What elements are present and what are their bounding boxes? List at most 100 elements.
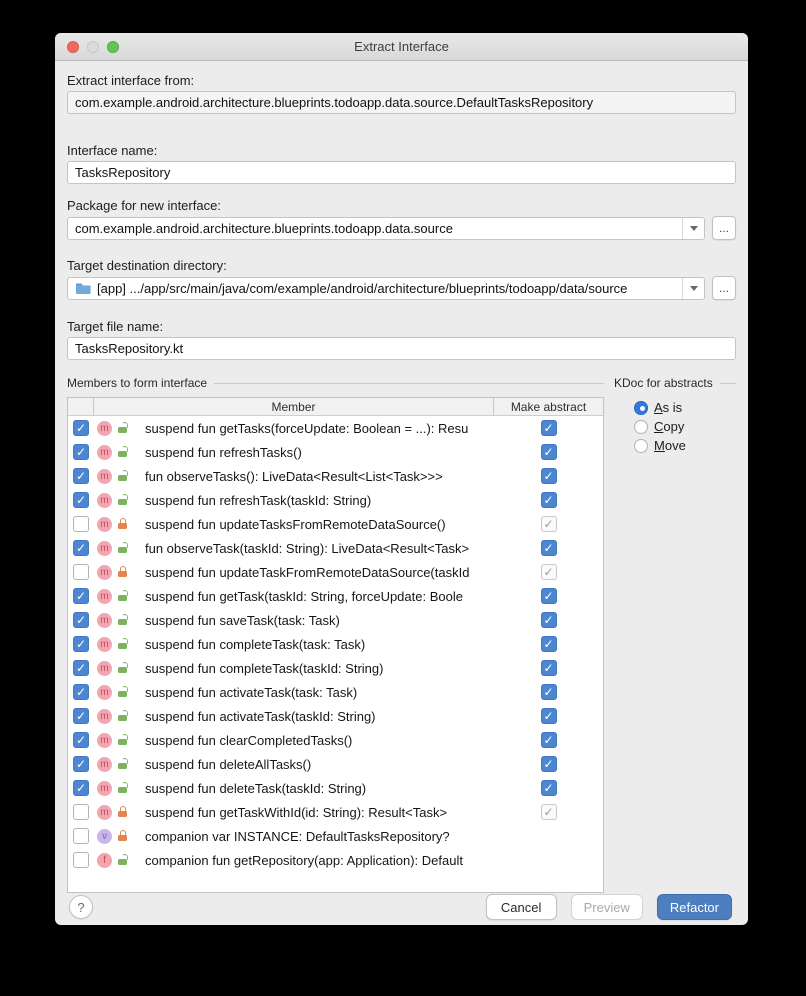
package-browse-button[interactable]: ... bbox=[712, 216, 736, 240]
lock-icon bbox=[118, 830, 128, 842]
header-member-column[interactable]: Member bbox=[94, 398, 494, 415]
make-abstract-checkbox[interactable] bbox=[541, 492, 557, 508]
table-row[interactable]: m suspend fun updateTasksFromRemoteDataS… bbox=[68, 512, 603, 536]
make-abstract-checkbox[interactable] bbox=[541, 540, 557, 556]
unlock-icon bbox=[118, 470, 128, 482]
member-signature: suspend fun getTasks(forceUpdate: Boolea… bbox=[145, 421, 494, 436]
radio-icon[interactable] bbox=[634, 420, 648, 434]
row-select-checkbox[interactable] bbox=[73, 852, 89, 868]
make-abstract-checkbox[interactable] bbox=[541, 756, 557, 772]
table-row[interactable]: m suspend fun completeTask(taskId: Strin… bbox=[68, 656, 603, 680]
make-abstract-checkbox[interactable] bbox=[541, 468, 557, 484]
make-abstract-checkbox[interactable] bbox=[541, 804, 557, 820]
make-abstract-checkbox[interactable] bbox=[541, 684, 557, 700]
row-select-checkbox[interactable] bbox=[73, 804, 89, 820]
row-select-checkbox[interactable] bbox=[73, 660, 89, 676]
radio-icon[interactable] bbox=[634, 439, 648, 453]
unlock-icon bbox=[118, 542, 128, 554]
interface-name-input[interactable]: TasksRepository bbox=[67, 161, 736, 184]
table-row[interactable]: m suspend fun completeTask(task: Task) bbox=[68, 632, 603, 656]
row-select-checkbox[interactable] bbox=[73, 492, 89, 508]
lock-icon bbox=[118, 806, 128, 818]
table-row[interactable]: m suspend fun getTask(taskId: String, fo… bbox=[68, 584, 603, 608]
make-abstract-checkbox[interactable] bbox=[541, 612, 557, 628]
mnemonic: C bbox=[654, 419, 663, 434]
row-select-checkbox[interactable] bbox=[73, 756, 89, 772]
row-select-checkbox[interactable] bbox=[73, 420, 89, 436]
row-select-checkbox[interactable] bbox=[73, 588, 89, 604]
member-kind-icon: m bbox=[97, 685, 112, 700]
unlock-icon bbox=[118, 710, 128, 722]
header-make-abstract-column[interactable]: Make abstract bbox=[494, 400, 603, 414]
zoom-button[interactable] bbox=[107, 41, 119, 53]
table-row[interactable]: m suspend fun clearCompletedTasks() bbox=[68, 728, 603, 752]
package-dropdown-button[interactable] bbox=[682, 218, 704, 239]
unlock-icon bbox=[118, 782, 128, 794]
table-row[interactable]: m suspend fun saveTask(task: Task) bbox=[68, 608, 603, 632]
make-abstract-checkbox[interactable] bbox=[541, 588, 557, 604]
make-abstract-checkbox[interactable] bbox=[541, 732, 557, 748]
row-select-checkbox[interactable] bbox=[73, 516, 89, 532]
footer: ? Cancel Preview Refactor bbox=[55, 893, 748, 925]
table-row[interactable]: f companion fun getRepository(app: Appli… bbox=[68, 848, 603, 872]
row-select-checkbox[interactable] bbox=[73, 612, 89, 628]
kdoc-radio-option[interactable]: As is bbox=[634, 398, 736, 417]
row-select-checkbox[interactable] bbox=[73, 684, 89, 700]
table-row[interactable]: m fun observeTask(taskId: String): LiveD… bbox=[68, 536, 603, 560]
preview-button[interactable]: Preview bbox=[571, 894, 643, 920]
help-button[interactable]: ? bbox=[69, 895, 93, 919]
file-name-input[interactable]: TasksRepository.kt bbox=[67, 337, 736, 360]
member-signature: suspend fun deleteTask(taskId: String) bbox=[145, 781, 494, 796]
header-checkbox-column[interactable] bbox=[68, 398, 94, 415]
row-select-checkbox[interactable] bbox=[73, 540, 89, 556]
kdoc-radio-option[interactable]: Copy bbox=[634, 417, 736, 436]
member-kind-icon: m bbox=[97, 469, 112, 484]
row-select-checkbox[interactable] bbox=[73, 564, 89, 580]
make-abstract-checkbox[interactable] bbox=[541, 780, 557, 796]
member-signature: suspend fun updateTasksFromRemoteDataSou… bbox=[145, 517, 494, 532]
make-abstract-checkbox[interactable] bbox=[541, 444, 557, 460]
table-row[interactable]: m suspend fun deleteAllTasks() bbox=[68, 752, 603, 776]
refactor-button[interactable]: Refactor bbox=[657, 894, 732, 920]
table-row[interactable]: m suspend fun activateTask(taskId: Strin… bbox=[68, 704, 603, 728]
member-signature: fun observeTasks(): LiveData<Result<List… bbox=[145, 469, 494, 484]
row-select-checkbox[interactable] bbox=[73, 444, 89, 460]
close-button[interactable] bbox=[67, 41, 79, 53]
row-select-checkbox[interactable] bbox=[73, 468, 89, 484]
row-select-checkbox[interactable] bbox=[73, 780, 89, 796]
table-row[interactable]: m suspend fun updateTaskFromRemoteDataSo… bbox=[68, 560, 603, 584]
member-kind-icon: m bbox=[97, 445, 112, 460]
make-abstract-checkbox[interactable] bbox=[541, 708, 557, 724]
radio-icon[interactable] bbox=[634, 401, 648, 415]
row-select-checkbox[interactable] bbox=[73, 828, 89, 844]
table-row[interactable]: v companion var INSTANCE: DefaultTasksRe… bbox=[68, 824, 603, 848]
make-abstract-checkbox[interactable] bbox=[541, 564, 557, 580]
kdoc-group-label: KDoc for abstracts bbox=[614, 376, 713, 390]
cancel-button[interactable]: Cancel bbox=[486, 894, 557, 920]
member-kind-icon: m bbox=[97, 493, 112, 508]
member-signature: suspend fun refreshTask(taskId: String) bbox=[145, 493, 494, 508]
destination-dropdown-button[interactable] bbox=[682, 278, 704, 299]
make-abstract-checkbox[interactable] bbox=[541, 636, 557, 652]
kdoc-radio-option[interactable]: Move bbox=[634, 436, 736, 455]
row-select-checkbox[interactable] bbox=[73, 636, 89, 652]
table-row[interactable]: m suspend fun getTaskWithId(id: String):… bbox=[68, 800, 603, 824]
table-row[interactable]: m suspend fun getTasks(forceUpdate: Bool… bbox=[68, 416, 603, 440]
table-row[interactable]: m suspend fun refreshTasks() bbox=[68, 440, 603, 464]
member-signature: fun observeTask(taskId: String): LiveDat… bbox=[145, 541, 494, 556]
table-row[interactable]: m suspend fun deleteTask(taskId: String) bbox=[68, 776, 603, 800]
make-abstract-checkbox[interactable] bbox=[541, 660, 557, 676]
table-row[interactable]: m suspend fun refreshTask(taskId: String… bbox=[68, 488, 603, 512]
make-abstract-checkbox[interactable] bbox=[541, 516, 557, 532]
member-signature: suspend fun activateTask(taskId: String) bbox=[145, 709, 494, 724]
destination-browse-button[interactable]: ... bbox=[712, 276, 736, 300]
destination-combobox[interactable]: [app] .../app/src/main/java/com/example/… bbox=[67, 277, 705, 300]
row-select-checkbox[interactable] bbox=[73, 708, 89, 724]
row-select-checkbox[interactable] bbox=[73, 732, 89, 748]
table-row[interactable]: m fun observeTasks(): LiveData<Result<Li… bbox=[68, 464, 603, 488]
package-combobox[interactable]: com.example.android.architecture.bluepri… bbox=[67, 217, 705, 240]
file-name-label: Target file name: bbox=[67, 319, 736, 334]
table-row[interactable]: m suspend fun activateTask(task: Task) bbox=[68, 680, 603, 704]
make-abstract-checkbox[interactable] bbox=[541, 420, 557, 436]
chevron-down-icon bbox=[690, 226, 698, 231]
